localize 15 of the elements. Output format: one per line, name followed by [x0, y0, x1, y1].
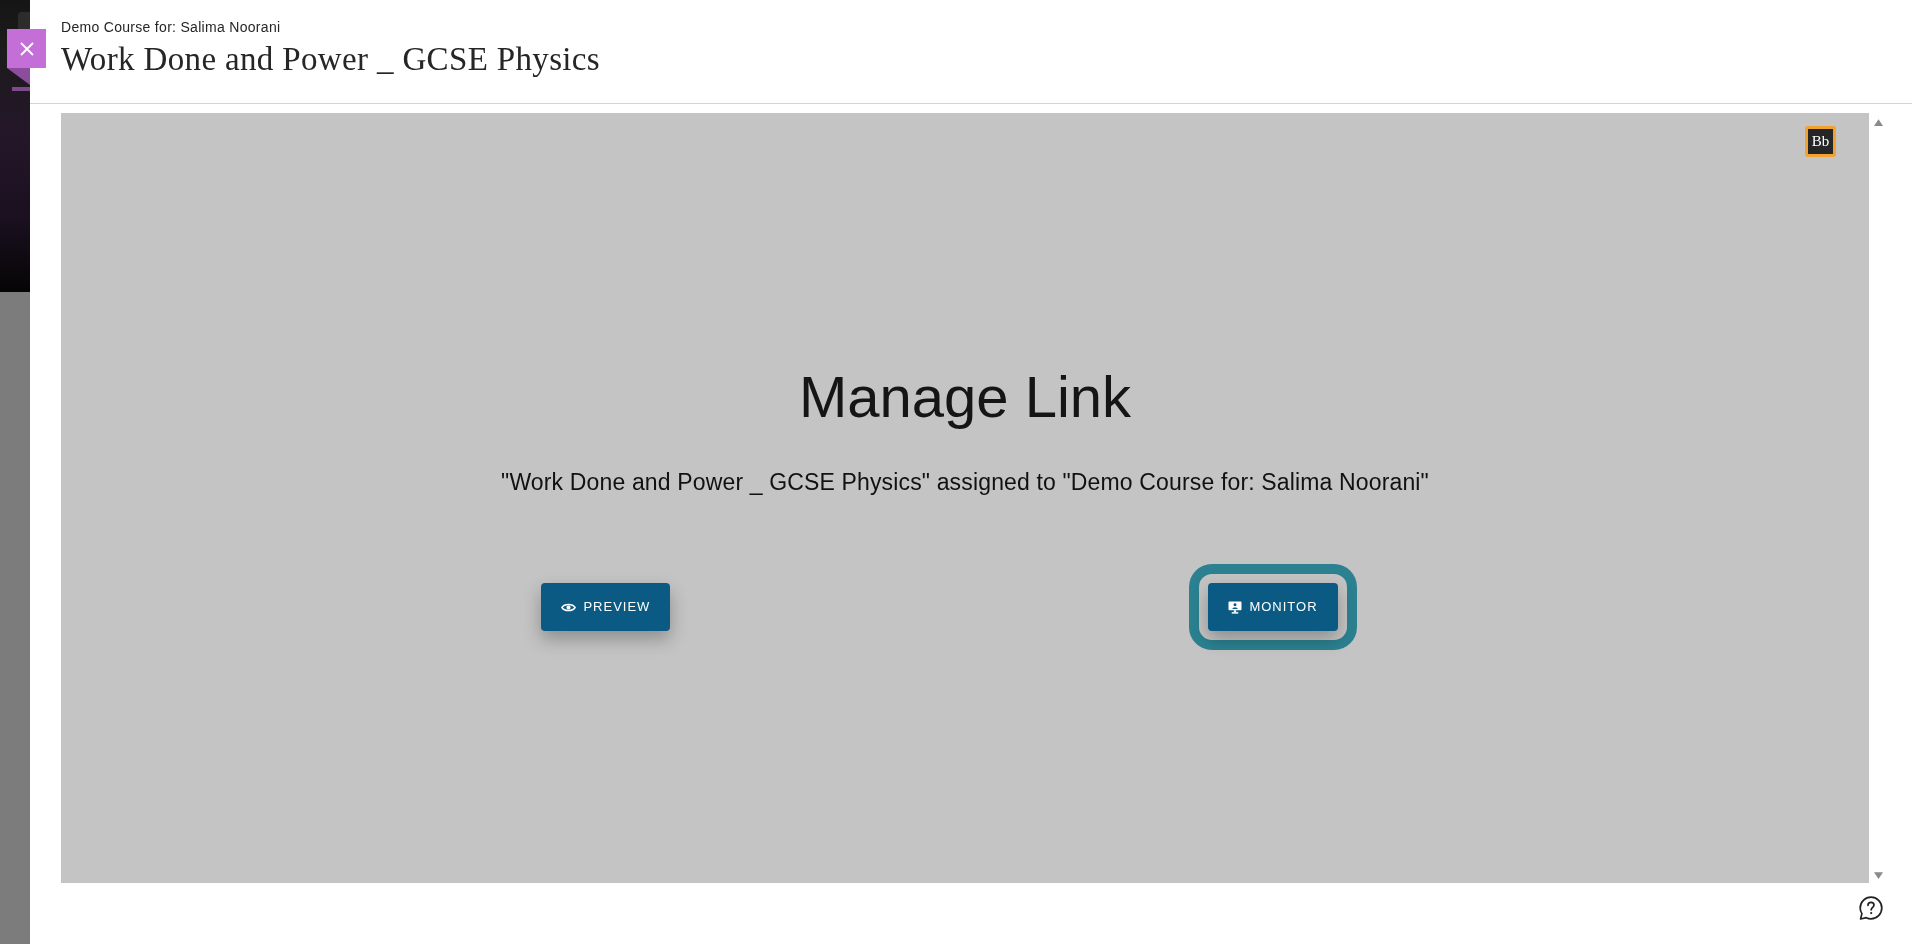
eye-icon — [561, 601, 577, 613]
monitor-button[interactable]: MONITOR — [1208, 583, 1338, 631]
monitor-icon — [1228, 600, 1243, 614]
help-icon[interactable] — [1859, 896, 1883, 920]
app-logo: Bb — [1805, 126, 1836, 157]
course-name: Demo Course for: Salima Noorani — [61, 19, 282, 36]
page-heading: Manage Link — [798, 363, 1132, 431]
ribbon-fold-icon — [7, 68, 30, 85]
close-button[interactable] — [7, 29, 46, 68]
preview-button[interactable]: PREVIEW — [541, 583, 671, 631]
close-icon — [19, 41, 34, 56]
scroll-down-icon[interactable] — [1873, 872, 1883, 879]
dialog-title: Work Done and Power _ GCSE Physics — [61, 40, 602, 79]
scroll-up-icon[interactable] — [1873, 119, 1883, 126]
assignment-message: "Work Done and Power _ GCSE Physics" assigned to "Demo Course for: Salima Noorani" — [501, 468, 1429, 496]
